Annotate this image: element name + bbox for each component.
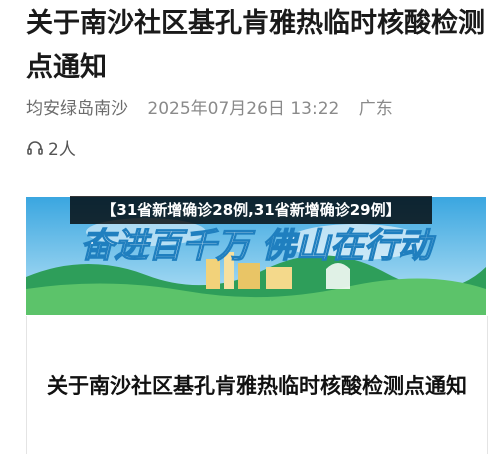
caption-overlay: 【31省新增确诊28例,31省新增确诊29例】: [70, 196, 432, 224]
card-title: 关于南沙社区基孔肯雅热临时核酸检测点通知: [47, 374, 467, 398]
banner-slogan: 奋进百千万 佛山在行动: [80, 226, 436, 266]
listener-count[interactable]: 2人: [26, 135, 76, 160]
publish-datetime: 2025年07月26日 13:22: [147, 99, 340, 119]
article-meta: 均安绿岛南沙 2025年07月26日 13:22 广东: [26, 94, 407, 119]
author-name[interactable]: 均安绿岛南沙: [26, 99, 128, 119]
notice-card: 关于南沙社区基孔肯雅热临时核酸检测点通知: [26, 316, 488, 454]
headphones-icon: [26, 139, 44, 157]
publish-location: 广东: [358, 99, 393, 119]
listener-count-label: 2人: [48, 140, 76, 160]
article-title: 关于南沙社区基孔肯雅热临时核酸检测点通知: [26, 8, 485, 83]
